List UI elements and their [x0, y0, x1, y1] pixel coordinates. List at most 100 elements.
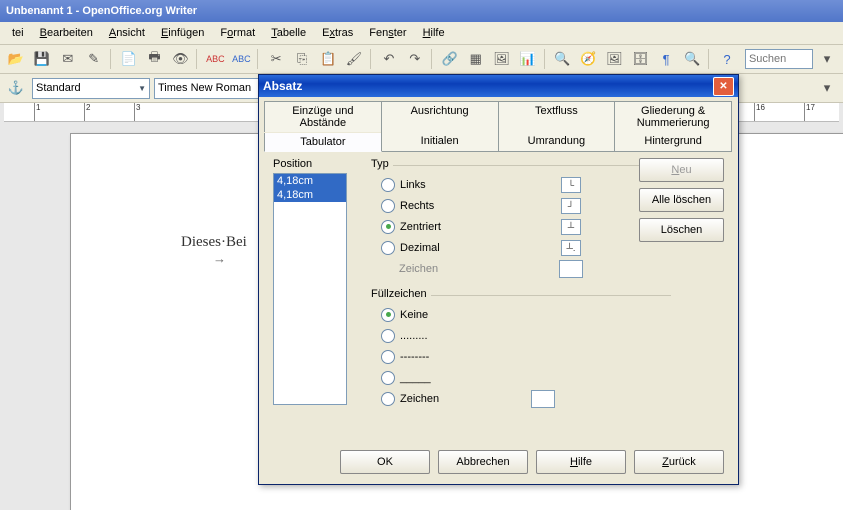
position-input[interactable]: 4,18cm — [274, 174, 346, 188]
radio-dezimal[interactable] — [381, 241, 395, 255]
copy-icon[interactable]: ⎘ — [290, 47, 314, 71]
tab-initialen[interactable]: Initialen — [381, 132, 499, 151]
menu-bearbeiten[interactable]: Bearbeiten — [32, 24, 101, 42]
separator — [196, 49, 199, 69]
app-title: Unbenannt 1 - OpenOffice.org Writer — [6, 5, 197, 17]
alle-loeschen-button[interactable]: Alle löschen — [639, 188, 724, 212]
app-titlebar: Unbenannt 1 - OpenOffice.org Writer — [0, 0, 843, 22]
align-decimal-icon: ┴. — [561, 240, 581, 256]
typ-rechts-row[interactable]: Rechts ┘ — [371, 195, 671, 216]
style-combo[interactable]: Standard▼ — [32, 78, 150, 99]
edit-icon[interactable]: ✎ — [82, 47, 106, 71]
autocheck-icon[interactable]: ABC — [229, 47, 253, 71]
dialog-footer: OK Abbrechen Hilfe Zurück — [340, 450, 724, 474]
find-icon[interactable]: 🔍 — [551, 47, 575, 71]
fill-group: Füllzeichen Keine ......... -------- ___… — [371, 288, 671, 409]
datasource-icon[interactable]: 🗄 — [628, 47, 652, 71]
group-line — [393, 165, 671, 167]
position-label: Position — [273, 158, 347, 170]
mail-icon[interactable]: ✉ — [56, 47, 80, 71]
loeschen-button[interactable]: Löschen — [639, 218, 724, 242]
fill-dots-row[interactable]: ......... — [371, 325, 671, 346]
menu-tabelle[interactable]: Tabelle — [263, 24, 314, 42]
typ-zeichen-row: Zeichen — [371, 258, 671, 280]
paste-icon[interactable]: 📋 — [316, 47, 340, 71]
undo-icon[interactable]: ↶ — [377, 47, 401, 71]
fill-zeichen-label: Zeichen — [400, 393, 520, 405]
tab-hintergrund[interactable]: Hintergrund — [614, 132, 732, 151]
tab-ausrichtung[interactable]: Ausrichtung — [381, 101, 499, 132]
radio-zentriert[interactable] — [381, 220, 395, 234]
print-icon[interactable]: 🖶 — [143, 47, 167, 71]
separator — [708, 49, 711, 69]
radio-links[interactable] — [381, 178, 395, 192]
align-center-icon: ┴ — [561, 219, 581, 235]
ok-button[interactable]: OK — [340, 450, 430, 474]
image-icon[interactable]: 🖼 — [490, 47, 514, 71]
tab-textfluss[interactable]: Textfluss — [498, 101, 616, 132]
fill-zeichen-input[interactable] — [531, 390, 555, 408]
zoom-icon[interactable]: 🔍 — [680, 47, 704, 71]
preview-icon[interactable]: 👁 — [169, 47, 193, 71]
menu-extras[interactable]: Extras — [314, 24, 361, 42]
font-combo[interactable]: Times New Roman — [154, 78, 262, 99]
fill-zeichen-row[interactable]: Zeichen — [371, 388, 671, 409]
tab-einzuege[interactable]: Einzüge und Abstände — [264, 101, 382, 132]
typ-label: Typ — [371, 158, 389, 170]
dialog-title: Absatz — [263, 79, 302, 93]
typ-dezimal-row[interactable]: Dezimal ┴. — [371, 237, 671, 258]
table-icon[interactable]: ▦ — [464, 47, 488, 71]
toolbar-more-icon[interactable]: ▾ — [815, 47, 839, 71]
spellcheck-icon[interactable]: ABC — [203, 47, 227, 71]
menu-format[interactable]: Format — [212, 24, 263, 42]
abbrechen-button[interactable]: Abbrechen — [438, 450, 528, 474]
radio-under[interactable] — [381, 371, 395, 385]
radio-dashes[interactable] — [381, 350, 395, 364]
pdf-icon[interactable]: 📄 — [117, 47, 141, 71]
fill-keine-row[interactable]: Keine — [371, 304, 671, 325]
toolbar-more-icon[interactable]: ▾ — [815, 76, 839, 100]
navigator-icon[interactable]: 🧭 — [576, 47, 600, 71]
radio-rechts[interactable] — [381, 199, 395, 213]
search-input[interactable] — [745, 49, 813, 69]
typ-zentriert-row[interactable]: Zentriert ┴ — [371, 216, 671, 237]
tab-umrandung[interactable]: Umrandung — [498, 132, 616, 151]
cut-icon[interactable]: ✂ — [264, 47, 288, 71]
styles-icon[interactable]: ⚓ — [4, 76, 28, 100]
fill-dots-label: ......... — [400, 330, 520, 342]
tab-tabulator[interactable]: Tabulator — [264, 133, 382, 152]
chart-icon[interactable]: 📊 — [516, 47, 540, 71]
menu-fenster[interactable]: Fenster — [361, 24, 414, 42]
tab-gliederung[interactable]: Gliederung & Nummerierung — [614, 101, 732, 132]
main-toolbar: 📂 💾 ✉ ✎ 📄 🖶 👁 ABC ABC ✂ ⎘ 📋 🖌 ↶ ↷ 🔗 ▦ 🖼 … — [0, 45, 843, 74]
zurueck-button[interactable]: Zurück — [634, 450, 724, 474]
nonprint-icon[interactable]: ¶ — [654, 47, 678, 71]
menu-hilfe[interactable]: Hilfe — [415, 24, 453, 42]
help-icon[interactable]: ? — [715, 47, 739, 71]
fill-keine-label: Keine — [400, 309, 520, 321]
gallery-icon[interactable]: 🖼 — [602, 47, 626, 71]
redo-icon[interactable]: ↷ — [403, 47, 427, 71]
fill-under-row[interactable]: _____ — [371, 367, 671, 388]
typ-links-row[interactable]: Links └ — [371, 174, 671, 195]
radio-keine[interactable] — [381, 308, 395, 322]
typ-zeichen-input[interactable] — [559, 260, 583, 278]
save-icon[interactable]: 💾 — [30, 47, 54, 71]
dialog-titlebar[interactable]: Absatz ✕ — [259, 75, 738, 97]
fill-dashes-row[interactable]: -------- — [371, 346, 671, 367]
radio-dots[interactable] — [381, 329, 395, 343]
position-list[interactable]: 4,18cm 4,18cm — [273, 173, 347, 405]
hilfe-button[interactable]: Hilfe — [536, 450, 626, 474]
neu-button[interactable]: Neu — [639, 158, 724, 182]
close-icon[interactable]: ✕ — [713, 77, 734, 96]
brush-icon[interactable]: 🖌 — [342, 47, 366, 71]
link-icon[interactable]: 🔗 — [438, 47, 462, 71]
open-icon[interactable]: 📂 — [4, 47, 28, 71]
menu-datei[interactable]: tei — [4, 24, 32, 42]
menu-einfuegen[interactable]: Einfügen — [153, 24, 212, 42]
menu-ansicht[interactable]: Ansicht — [101, 24, 153, 42]
radio-fill-zeichen[interactable] — [381, 392, 395, 406]
paragraph-dialog: Absatz ✕ Einzüge und Abstände Ausrichtun… — [258, 74, 739, 485]
position-item[interactable]: 4,18cm — [274, 188, 346, 202]
type-group: Typ Links └ Rechts ┘ Zentriert ┴ Dezimal… — [371, 158, 671, 409]
